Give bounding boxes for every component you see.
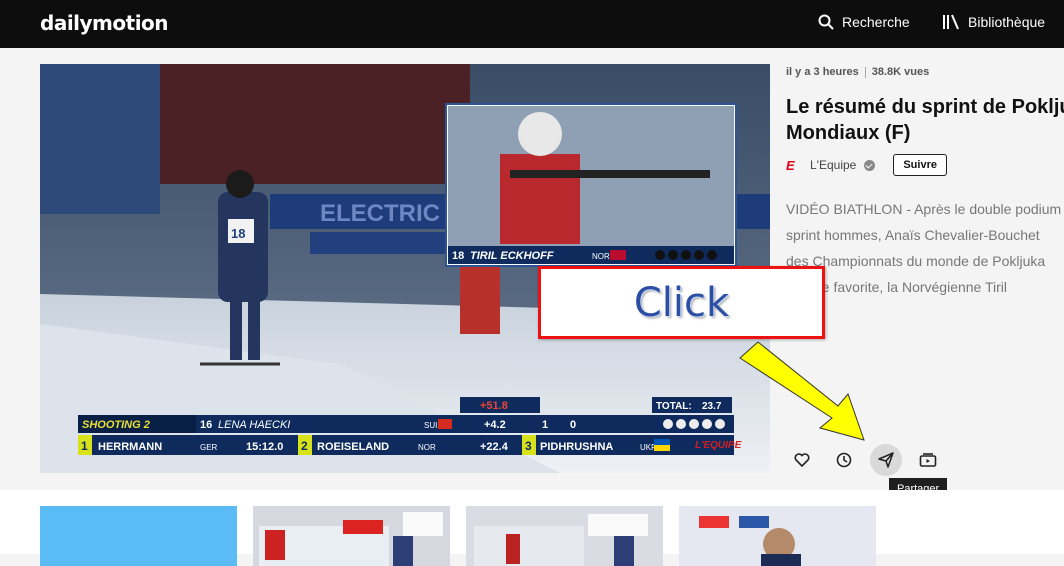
clock-icon [836,452,852,468]
description-line: sprint hommes, Anaïs Chevalier-Bouchet [786,227,1040,243]
channel-info: E L'Equipe Suivre [786,154,947,176]
heart-icon [794,453,810,467]
rank-2-pos: 2 [301,439,308,453]
rank-3-name: PIDHRUSHNA [540,441,613,453]
view-count: 38.8K vues [871,66,930,78]
score-current-gap: +4.2 [484,419,506,431]
rank-1-name: HERRMANN [98,441,162,453]
click-annotation-label: Click [633,279,730,326]
video-title: Le résumé du sprint de Pokljuka Mondiaux… [786,94,1064,146]
related-video-thumbnail[interactable] [253,506,450,566]
rank-3-pos: 3 [525,439,532,453]
arrow-annotation-icon [739,341,865,441]
rank-2-time: +22.4 [480,441,509,453]
search-label: Recherche [842,14,910,30]
video-actions [786,444,944,476]
inset-nation: NOR [592,252,610,261]
video-meta: il y a 3 heures 38.8K vues [786,66,929,78]
related-video-thumbnail[interactable] [466,506,663,566]
dailymotion-logo[interactable]: dailymotion [40,11,169,35]
verified-icon [864,159,876,171]
thumbnail-image [679,506,876,566]
thumbnail-image [253,506,450,566]
score-current-miss: 0 [570,419,576,431]
score-current-name: LENA HAECKI [218,419,290,431]
rank-2-name: ROEISELAND [317,441,389,453]
rank-1-nation: GER [200,443,218,452]
rank-1-pos: 1 [81,439,88,453]
search-button[interactable]: Recherche [818,14,910,30]
video-title-line2: Mondiaux (F) [786,122,911,144]
time-ago: il y a 3 heures [786,66,859,78]
score-current-nation: SUI [424,421,437,430]
like-button[interactable] [786,446,818,474]
search-icon [818,14,834,30]
inset-bib: 18 [452,250,464,262]
score-delta: +51.8 [480,400,508,412]
description-line: grande favorite, la Norvégienne Tiril [786,279,1008,295]
rank-2-nation: NOR [418,443,436,452]
related-video-thumbnail[interactable] [679,506,876,566]
library-label: Bibliothèque [968,14,1046,30]
library-icon [943,14,959,30]
description-line: des Championnats du monde de Pokljuka [786,253,1046,269]
lequipe-watermark: L'EQUIPE [695,440,742,451]
playlist-icon [919,453,937,467]
sponsor-banner: ELECTRIC [320,200,440,227]
athlete-bib: 18 [231,226,245,241]
total-value: 23.7 [702,401,722,412]
channel-logo[interactable]: E [786,158,802,173]
channel-name[interactable]: L'Equipe [810,158,856,172]
thumbnail-image [466,506,663,566]
library-button[interactable]: Bibliothèque [942,14,1045,30]
follow-button[interactable]: Suivre [893,154,947,176]
video-title-line1: Le résumé du sprint de Pokljuka [786,96,1064,118]
video-description: VIDÉO BIATHLON - Après le double podium … [786,196,1064,300]
score-current-shots: 1 [542,419,548,431]
click-annotation-box: Click [538,266,825,339]
related-video-thumbnail[interactable] [40,506,237,566]
meta-separator [864,66,866,78]
watch-later-button[interactable] [828,446,860,474]
total-label: TOTAL: [656,401,692,412]
score-current-bib: 16 [200,419,212,431]
send-icon [878,452,894,468]
share-button[interactable] [870,444,902,476]
inset-athlete-name: TIRIL ECKHOFF [470,250,554,262]
rank-1-time: 15:12.0 [246,441,283,453]
add-to-playlist-button[interactable] [912,446,944,474]
score-stage: SHOOTING 2 [82,419,150,431]
description-line: VIDÉO BIATHLON - Après le double podium [786,201,1062,217]
top-navigation-bar: dailymotion Recherche Bibliothèque [0,0,1064,48]
